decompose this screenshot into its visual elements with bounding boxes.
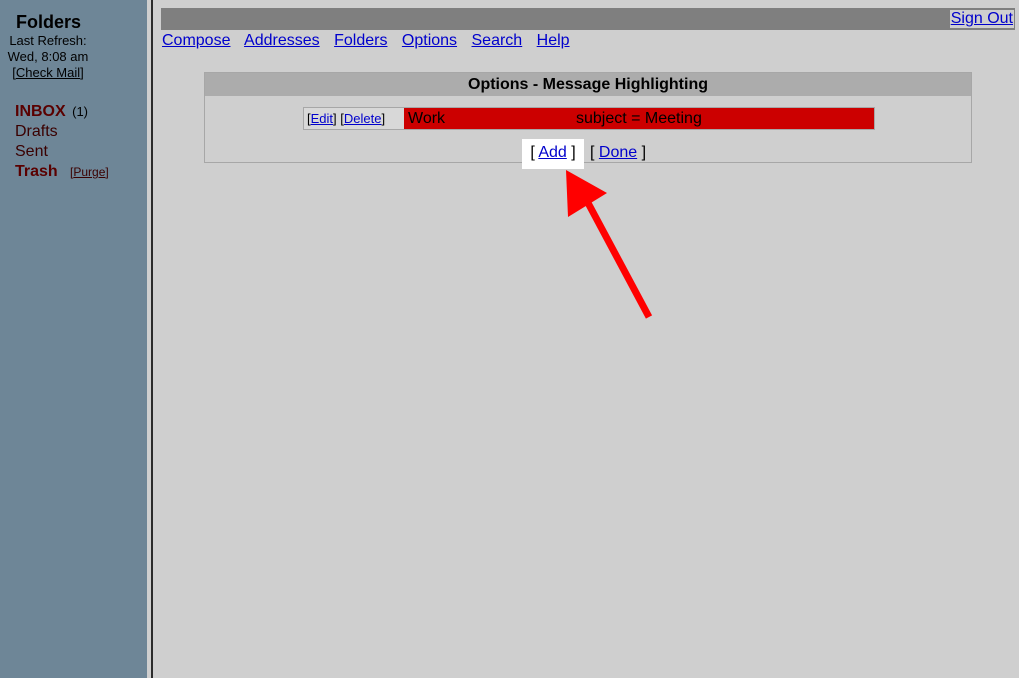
nav-menu: Compose Addresses Folders Options Search…: [162, 32, 580, 50]
options-panel: Options - Message Highlighting [Edit] [D…: [204, 72, 972, 169]
nav-compose[interactable]: Compose: [162, 32, 230, 49]
folder-pane: Folders Last Refresh: Wed, 8:08 am [Chec…: [0, 0, 147, 678]
highlight-rule-row: [Edit] [Delete] Work subject = Meeting: [303, 107, 875, 130]
nav-help[interactable]: Help: [537, 32, 570, 49]
nav-addresses[interactable]: Addresses: [244, 32, 320, 49]
rule-condition: subject = Meeting: [576, 110, 702, 127]
nav-folders[interactable]: Folders: [334, 32, 387, 49]
inbox-unread-count: (1): [72, 104, 89, 119]
purge-link[interactable]: Purge: [73, 165, 105, 179]
rule-color-swatch: Work subject = Meeting: [404, 108, 874, 129]
folder-inbox-label[interactable]: INBOX: [15, 103, 66, 120]
done-wrapper: [ Done ]: [590, 144, 647, 161]
delete-rule-link[interactable]: Delete: [344, 111, 382, 126]
annotation-arrow-icon: [566, 170, 653, 319]
folder-inbox[interactable]: INBOX (1): [15, 103, 88, 121]
folders-title: Folders: [16, 12, 82, 32]
folder-drafts[interactable]: Drafts: [15, 123, 58, 141]
options-title: Options - Message Highlighting: [205, 73, 971, 96]
check-mail-link[interactable]: Check Mail: [16, 65, 80, 80]
nav-options[interactable]: Options: [402, 32, 457, 49]
arrow-head: [566, 170, 607, 217]
last-refresh-label: Last Refresh:: [9, 33, 87, 48]
check-mail-wrapper: [Check Mail]: [12, 65, 84, 80]
purge-wrapper: [Purge]: [70, 165, 109, 179]
rule-name: Work: [408, 110, 446, 127]
add-rule-link[interactable]: Add: [538, 144, 566, 161]
refresh-time: Wed, 8:08 am: [7, 49, 89, 64]
nav-search[interactable]: Search: [472, 32, 523, 49]
edit-rule-link[interactable]: Edit: [311, 111, 333, 126]
done-link[interactable]: Done: [599, 144, 637, 161]
pane-divider[interactable]: [147, 0, 153, 678]
folder-trash[interactable]: Trash: [15, 163, 58, 181]
top-bar: Sign Out: [161, 8, 1015, 30]
folder-sent[interactable]: Sent: [15, 143, 48, 161]
rule-actions: [Edit] [Delete]: [304, 108, 404, 129]
sign-out-link[interactable]: Sign Out: [949, 10, 1014, 28]
arrow-shaft: [583, 199, 653, 319]
